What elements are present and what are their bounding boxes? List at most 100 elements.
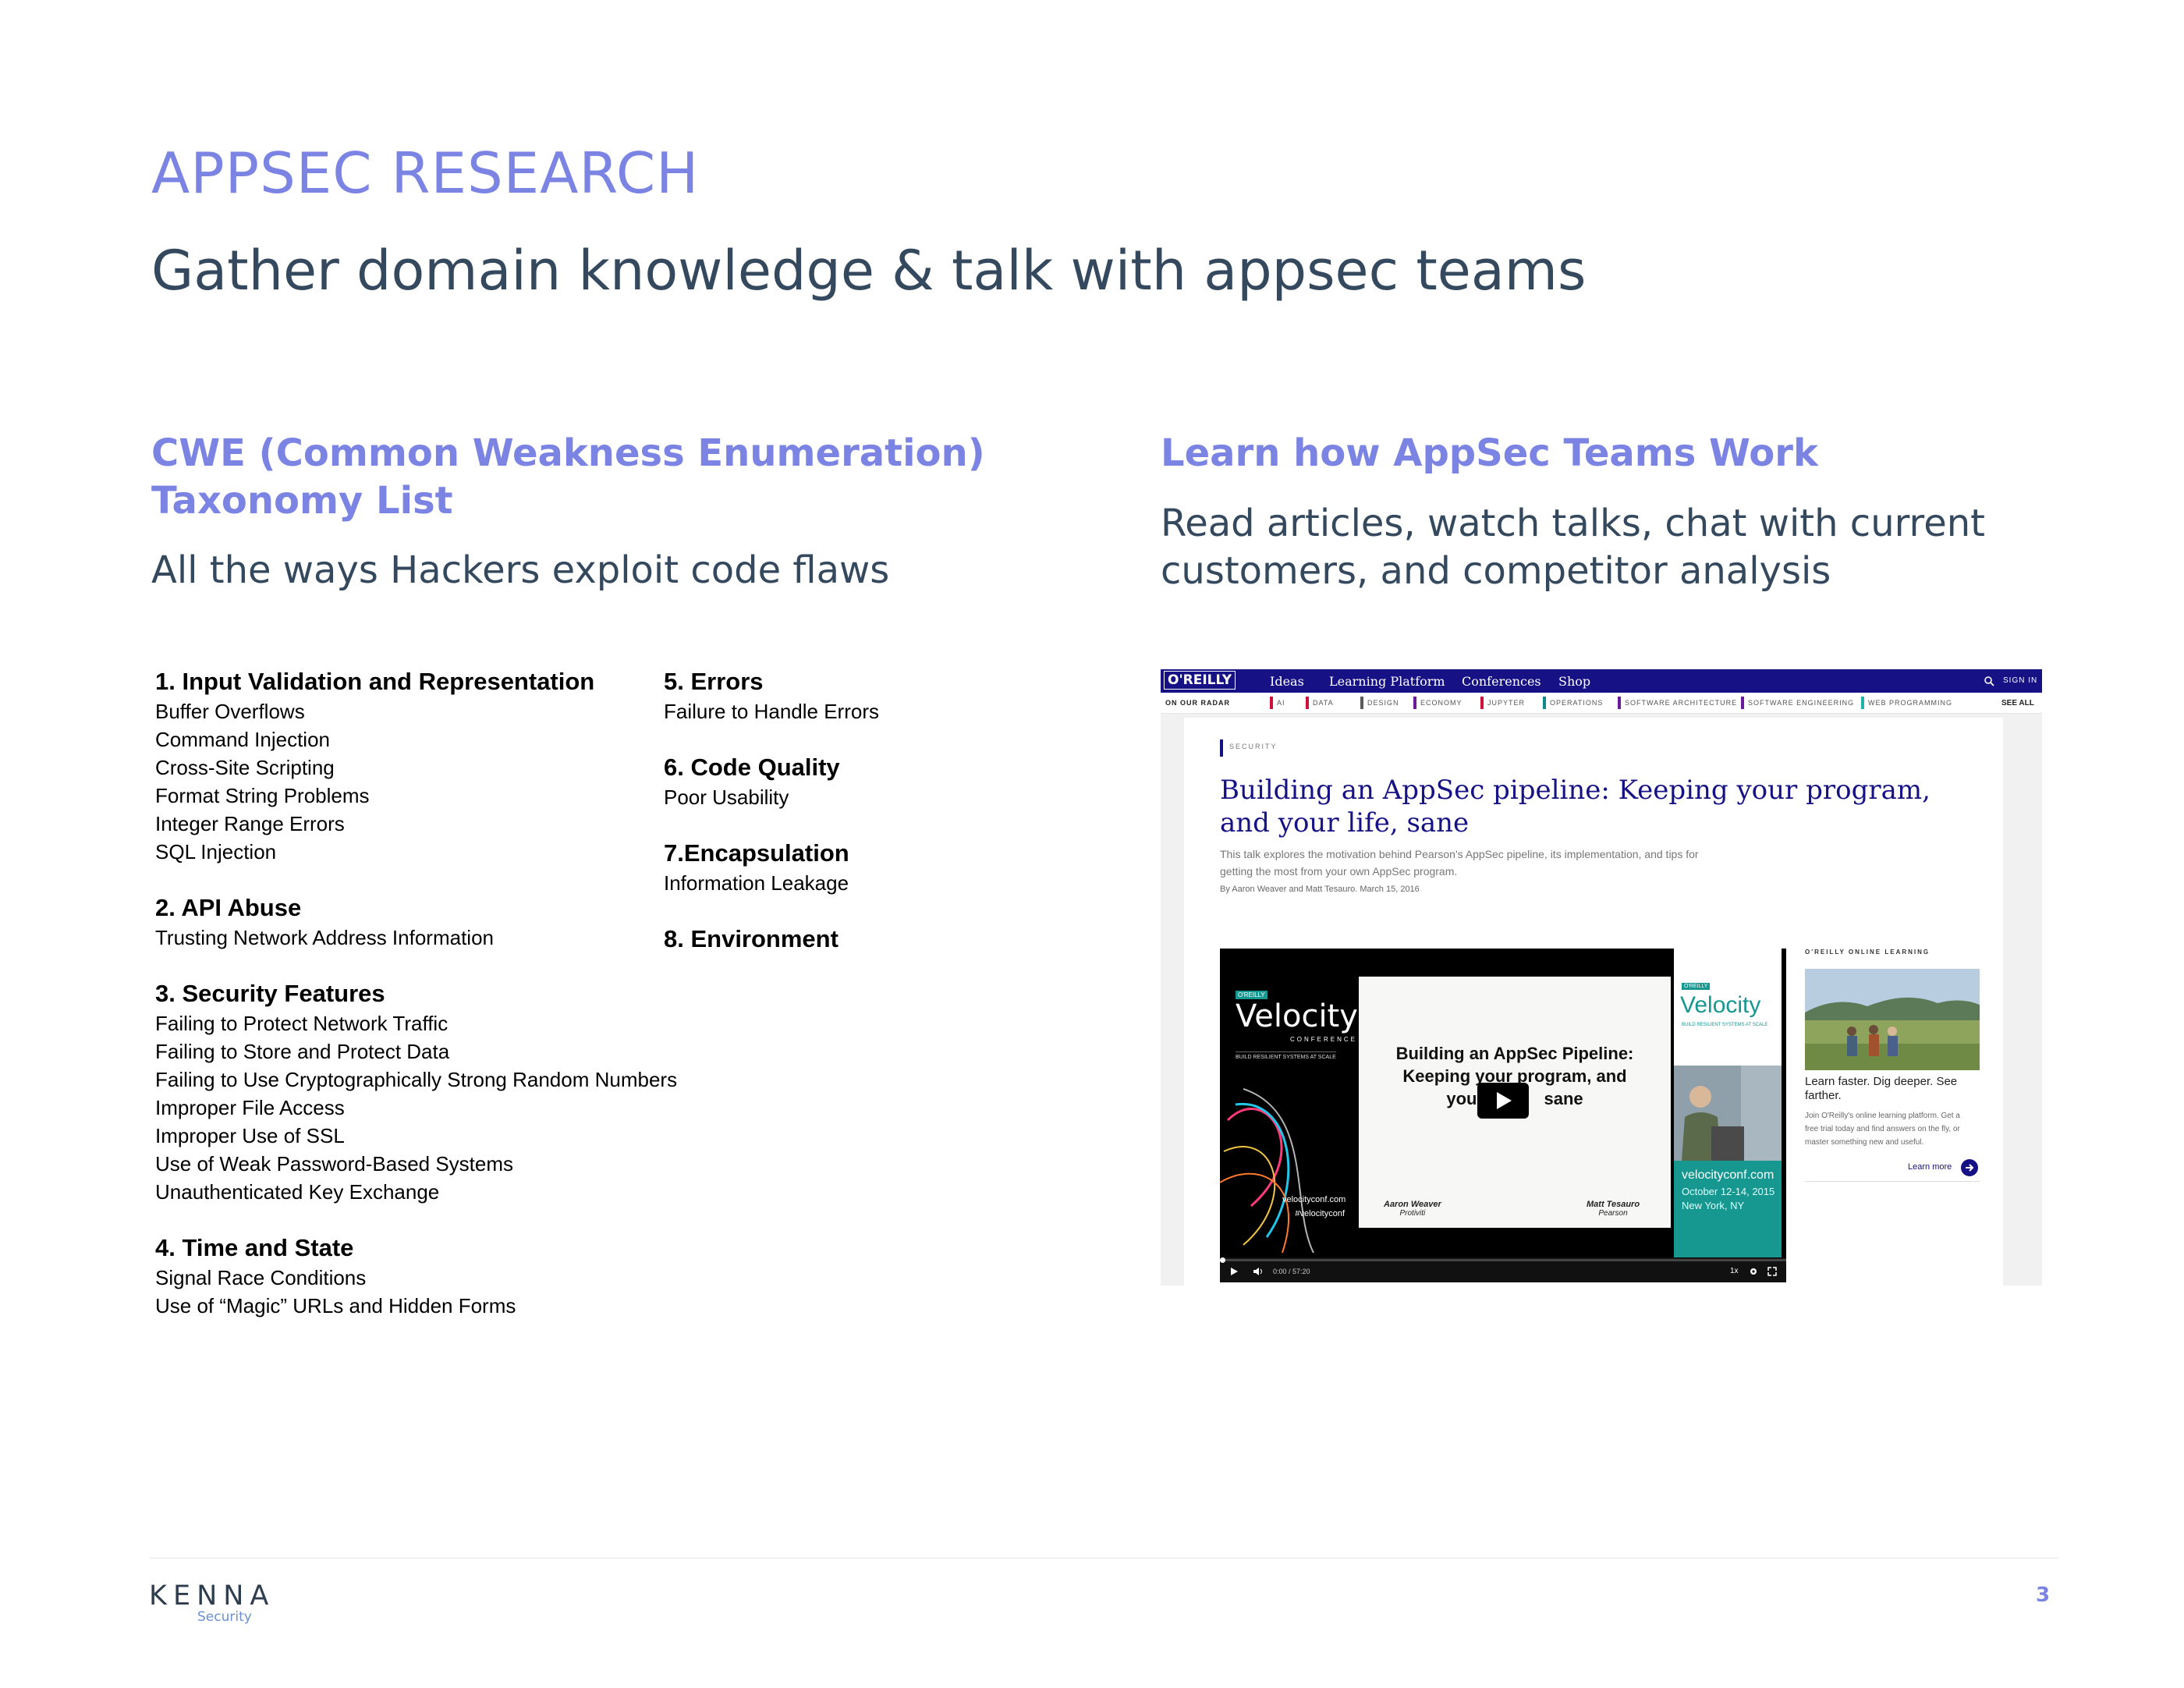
- radar-topic-marker: [1306, 697, 1309, 709]
- article-category[interactable]: SECURITY: [1229, 743, 1278, 750]
- article-description-line1: This talk explores the motivation behind…: [1220, 848, 1699, 860]
- cwe-list-item: SQL Injection: [155, 840, 277, 864]
- nav-learning-platform[interactable]: Learning Platform: [1329, 674, 1445, 689]
- cwe-list-item: Format String Problems: [155, 784, 370, 807]
- radar-topic-tag[interactable]: AI: [1270, 697, 1285, 709]
- radar-topic-label: ECONOMY: [1420, 699, 1462, 707]
- cwe-list-item: Information Leakage: [664, 871, 849, 895]
- cwe-list-item: Poor Usability: [664, 785, 789, 809]
- play-button[interactable]: [1477, 1083, 1529, 1119]
- hikers-landscape-art: [1805, 969, 1980, 1070]
- promo-headline-line1: Learn faster. Dig deeper. See: [1805, 1075, 1958, 1088]
- side-site: velocityconf.com: [1682, 1168, 1774, 1182]
- kenna-logo: KENNA: [149, 1580, 275, 1612]
- cwe-list-column-a: 1. Input Validation and Representation Bu…: [155, 668, 701, 1320]
- nav-shop[interactable]: Shop: [1558, 674, 1590, 689]
- volume-icon[interactable]: [1253, 1267, 1264, 1276]
- velocity-logo: Velocity: [1236, 998, 1358, 1034]
- cwe-category-title: 1. Input Validation and Representation: [155, 668, 595, 695]
- radar-topic-label: JUPYTER: [1487, 699, 1526, 707]
- radar-topic-marker: [1741, 697, 1744, 709]
- radar-topic-tag[interactable]: DATA: [1306, 697, 1334, 709]
- nav-ideas[interactable]: Ideas: [1270, 674, 1304, 689]
- slide-title-line3-a: you: [1446, 1089, 1477, 1108]
- cwe-category-title: 5. Errors: [664, 668, 764, 695]
- radar-topic-tag[interactable]: WEB PROGRAMMING: [1861, 697, 1952, 709]
- page-title: Gather domain knowledge & talk with apps…: [151, 239, 1587, 303]
- cwe-list-item: Unauthenticated Key Exchange: [155, 1180, 440, 1204]
- see-all-link[interactable]: SEE ALL: [2001, 699, 2034, 707]
- article-title-line2: and your life, sane: [1220, 807, 1470, 839]
- promo-divider: [1805, 1181, 1980, 1182]
- oreilly-logo[interactable]: O'REILLY: [1164, 671, 1236, 690]
- oreilly-article-screenshot: O'REILLY Ideas Learning Platform Confere…: [1161, 669, 2042, 1286]
- video-player[interactable]: O'REILLY Velocity CONFERENCE BUILD RESIL…: [1220, 949, 1786, 1282]
- speed-control[interactable]: 1x: [1730, 1267, 1739, 1275]
- appsec-subtitle-line1: Read articles, watch talks, chat with cu…: [1161, 502, 1985, 545]
- slide-title-line1: Building an AppSec Pipeline:: [1395, 1044, 1634, 1063]
- control-play-icon[interactable]: [1229, 1267, 1239, 1276]
- velocity-conference: CONFERENCE: [1290, 1036, 1358, 1043]
- cwe-list-item: Command Injection: [155, 728, 330, 751]
- article-title: Building an AppSec pipeline: Keeping you…: [1220, 774, 1930, 839]
- radar-topic-tag[interactable]: OPERATIONS: [1543, 697, 1604, 709]
- radar-topic-marker: [1360, 697, 1363, 709]
- radar-topic-marker: [1270, 697, 1273, 709]
- radar-topic-marker: [1480, 697, 1484, 709]
- speaker-photo-art: [1674, 1066, 1782, 1161]
- cwe-list-item: Trusting Network Address Information: [155, 926, 494, 949]
- video-progress-handle[interactable]: [1220, 1257, 1225, 1263]
- cwe-list-item: Buffer Overflows: [155, 700, 305, 723]
- radar-label: ON OUR RADAR: [1165, 699, 1230, 707]
- radar-topic-marker: [1618, 697, 1621, 709]
- promo-label: O'REILLY ONLINE LEARNING: [1805, 949, 1930, 956]
- sign-in-link[interactable]: SIGN IN: [2003, 676, 2037, 685]
- cwe-list-item: Use of Weak Password-Based Systems: [155, 1152, 514, 1176]
- page-number: 3: [2036, 1583, 2051, 1607]
- cwe-heading-line2: Taxonomy List: [151, 479, 453, 523]
- arrow-right-icon[interactable]: [1961, 1159, 1978, 1176]
- promo-body: Join O'Reilly's online learning platform…: [1805, 1109, 1960, 1149]
- radar-topic-tag[interactable]: ECONOMY: [1413, 697, 1462, 709]
- cwe-list-item: Improper File Access: [155, 1096, 345, 1119]
- radar-topic-tag[interactable]: SOFTWARE ARCHITECTURE: [1618, 697, 1738, 709]
- fullscreen-icon[interactable]: [1767, 1267, 1777, 1276]
- video-progress-track[interactable]: [1220, 1259, 1786, 1261]
- cwe-heading: CWE (Common Weakness Enumeration) Taxono…: [151, 430, 1087, 525]
- speaker2-name: Matt Tesauro: [1587, 1200, 1640, 1209]
- promo-headline-line2: farther.: [1805, 1089, 1842, 1102]
- speaker1-name: Aaron Weaver: [1384, 1200, 1441, 1209]
- slide-speaker-1: Aaron Weaver Protiviti: [1384, 1200, 1441, 1218]
- cwe-list-item: Failing to Protect Network Traffic: [155, 1012, 448, 1035]
- section-eyebrow: APPSEC RESEARCH: [151, 140, 700, 206]
- radar-topic-tag[interactable]: SOFTWARE ENGINEERING: [1741, 697, 1855, 709]
- side-velocity-logo: Velocity: [1680, 992, 1761, 1018]
- radar-topic-label: OPERATIONS: [1550, 699, 1604, 707]
- article-title-line1: Building an AppSec pipeline: Keeping you…: [1220, 775, 1930, 806]
- footer-divider: [150, 1558, 2058, 1559]
- cwe-list-item: Failing to Store and Protect Data: [155, 1040, 450, 1063]
- video-time: 0:00 / 57:20: [1273, 1268, 1310, 1275]
- learn-more-link[interactable]: Learn more: [1908, 1162, 1952, 1172]
- side-city: New York, NY: [1682, 1200, 1745, 1211]
- settings-gear-icon[interactable]: [1749, 1267, 1758, 1276]
- radar-topic-label: SOFTWARE ENGINEERING: [1748, 699, 1855, 707]
- nav-conferences[interactable]: Conferences: [1462, 674, 1541, 689]
- speaker2-org: Pearson: [1598, 1209, 1628, 1218]
- search-icon[interactable]: [1984, 676, 1994, 686]
- appsec-subtitle-line2: customers, and competitor analysis: [1161, 549, 1831, 593]
- radar-topic-tag[interactable]: JUPYTER: [1480, 697, 1526, 709]
- cwe-list-item: Signal Race Conditions: [155, 1266, 367, 1289]
- article-byline: By Aaron Weaver and Matt Tesauro. March …: [1220, 885, 1420, 894]
- cwe-category-title: 2. API Abuse: [155, 894, 302, 921]
- cwe-category-title: 3. Security Features: [155, 980, 385, 1007]
- play-icon: [1497, 1092, 1512, 1109]
- category-marker: [1220, 739, 1223, 757]
- cwe-list-item: Improper Use of SSL: [155, 1124, 345, 1147]
- promo-body-line1: Join O'Reilly's online learning platform…: [1805, 1112, 1960, 1120]
- radar-topic-marker: [1543, 697, 1546, 709]
- radar-topic-tag[interactable]: DESIGN: [1360, 697, 1399, 709]
- radar-topic-label: SOFTWARE ARCHITECTURE: [1625, 699, 1738, 707]
- slide-title-line3-b: sane: [1544, 1089, 1583, 1108]
- radar-topic-label: AI: [1277, 699, 1285, 707]
